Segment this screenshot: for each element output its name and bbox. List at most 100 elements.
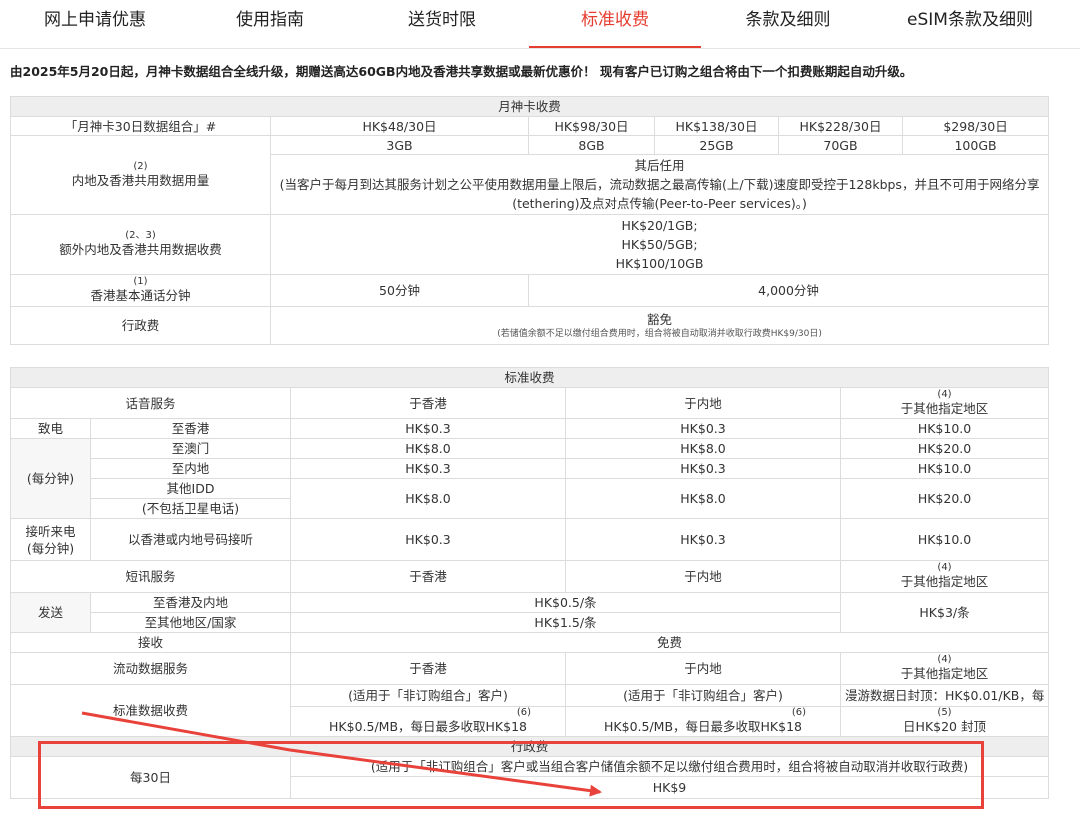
price-cell: $298/30日 [901, 116, 1050, 136]
col-other-text: 于其他指定地区 [900, 666, 989, 681]
price-cell: HK$138/30日 [654, 116, 779, 136]
data-amount-cell: 3GB [270, 135, 529, 155]
roam-cap-b: 日HK$20 封顶 [903, 719, 986, 734]
rate-cell: HK$8.0 [565, 438, 841, 459]
rate-cell: HK$0.3 [565, 458, 841, 479]
col-other: (4) 于其他指定地区 [839, 560, 1050, 593]
rate-cell: HK$8.0 [290, 478, 566, 519]
roam-cap-a: 漫游数据日封顶：HK$0.01/KB，每 [839, 684, 1050, 707]
rate-cell: HK$8.0 [290, 438, 566, 459]
footnote-marker: (4) [937, 654, 952, 665]
sms-rate: HK$1.5/条 [290, 612, 841, 633]
receive-value: 免费 [289, 632, 1050, 653]
footnote-marker: (2、3) [125, 230, 156, 241]
rate-cell: HK$0.3 [290, 418, 566, 439]
after-usage-text: (当客户于每月到达其服务计划之公平使用数据用量上限后，流动数据之最高传输(上/下… [279, 177, 1040, 211]
sms-other-rate: HK$3/条 [839, 592, 1050, 633]
dest-cell: 其他IDD [90, 478, 291, 499]
price-cell: HK$98/30日 [528, 116, 655, 136]
dest-cell: 至澳门 [90, 438, 291, 459]
voice-service-label: 话音服务 [10, 387, 291, 419]
rate-cell: HK$20.0 [839, 478, 1050, 519]
admin-fee-value: 豁免 [647, 312, 673, 327]
rate-cell: HK$0.3 [565, 518, 841, 561]
dest-cell: (不包括卫星电话) [90, 498, 291, 519]
plan-charges-table: 月神卡收费 「月神卡30日数据组合」# HK$48/30日 HK$98/30日 … [9, 96, 1050, 345]
std-admin-fee: HK$9 [289, 776, 1050, 799]
rate-cell: HK$10.0 [839, 458, 1050, 479]
minutes-label: (1) 香港基本通话分钟 [10, 274, 271, 307]
minutes-value: 50分钟 [270, 274, 529, 307]
plan-table-title: 月神卡收费 [9, 96, 1050, 117]
receive-label: 接收 [10, 632, 291, 653]
extra-rate: HK$50/5GB; [621, 237, 698, 252]
incoming-label: 接听来电 (每分钟) [10, 518, 91, 561]
incoming-label-a: 接听来电 [25, 523, 76, 539]
data-service-label: 流动数据服务 [10, 652, 291, 685]
call-label: 致电 [10, 418, 91, 439]
col-hk: 于香港 [290, 387, 566, 419]
rate-cell: HK$20.0 [839, 438, 1050, 459]
footnote-marker: (4) [937, 562, 952, 573]
data-amount-cell: 25GB [654, 135, 779, 155]
after-usage-title: 其后任用 [634, 158, 685, 173]
extra-rate: HK$20/1GB; [621, 218, 698, 233]
sms-dest: 至其他地区/国家 [90, 612, 291, 633]
incoming-label-b: (每分钟) [26, 540, 75, 556]
footnote-marker: (2) [133, 160, 148, 172]
rate-cell: HK$0.3 [290, 458, 566, 479]
data-rate-text: HK$0.5/MB，每日最多收取HK$18 [329, 719, 527, 734]
extra-data-rates: HK$20/1GB; HK$50/5GB; HK$100/10GB [269, 214, 1050, 275]
sms-service-label: 短讯服务 [10, 560, 291, 593]
std-table-title: 标准收费 [9, 367, 1050, 388]
roam-cap-b-cell: (5) 日HK$20 封顶 [839, 706, 1050, 737]
data-rate-cell: (6) HK$0.5/MB，每日最多收取HK$18 [290, 706, 566, 737]
price-cell: HK$228/30日 [778, 116, 903, 136]
data-rate-cell: (6) HK$0.5/MB，每日最多收取HK$18 [565, 706, 841, 737]
standard-charges-table: 标准收费 话音服务 于香港 于内地 (4) 于其他指定地区 致电 至香港 HK$… [9, 367, 1050, 799]
tab-terms[interactable]: 条款及细则 [703, 0, 873, 46]
footnote-marker: (1) [133, 276, 148, 287]
std-admin-title: 行政费 [9, 736, 1050, 757]
tab-online-offer[interactable]: 网上申请优惠 [10, 0, 180, 46]
col-other-text: 于其他指定地区 [900, 574, 989, 589]
col-other: (4) 于其他指定地区 [839, 387, 1050, 419]
col-mainland: 于内地 [565, 387, 841, 419]
upgrade-notice: 由2025年5月20日起，月神卡数据组合全线升级，期赠送高达60GB内地及香港共… [10, 64, 913, 79]
col-mainland: 于内地 [565, 560, 841, 593]
dest-cell: 至香港 [90, 418, 291, 439]
col-hk: 于香港 [290, 652, 566, 685]
col-mainland: 于内地 [565, 652, 841, 685]
extra-rate: HK$100/10GB [615, 256, 704, 271]
admin-fee-label: 行政费 [10, 306, 271, 345]
col-other-text: 于其他指定地区 [900, 400, 989, 416]
admin-period: 每30日 [10, 756, 291, 799]
plan-label: 「月神卡30日数据组合」# [10, 116, 271, 136]
footnote-marker: (5) [937, 707, 952, 718]
tab-standard-charges[interactable]: 标准收费 [529, 0, 701, 48]
sms-rate: HK$0.5/条 [290, 592, 841, 613]
price-cell: HK$48/30日 [270, 116, 529, 136]
extra-data-label: (2、3) 额外内地及香港共用数据收费 [10, 214, 271, 275]
std-data-label: 标准数据收费 [10, 684, 291, 737]
tab-delivery-time[interactable]: 送货时限 [357, 0, 527, 46]
admin-fee-note: (若储值余额不足以缴付组合费用时，组合将被自动取消并收取行政费HK$9/30日) [497, 329, 822, 339]
rate-cell: HK$0.3 [565, 418, 841, 439]
data-amount-cell: 8GB [528, 135, 655, 155]
extra-data-label-text: 额外内地及香港共用数据收费 [59, 242, 222, 257]
nonsub-note: (适用于「非订购组合」客户) [290, 684, 566, 707]
send-label: 发送 [10, 592, 91, 633]
tab-esim-terms[interactable]: eSIM条款及细则 [875, 0, 1065, 46]
data-rate-text: HK$0.5/MB，每日最多收取HK$18 [604, 719, 802, 734]
col-hk: 于香港 [290, 560, 566, 593]
dest-cell: 至内地 [90, 458, 291, 479]
footnote-marker: (6) [516, 707, 531, 718]
nonsub-note: (适用于「非订购组合」客户) [565, 684, 841, 707]
data-usage-label: (2) 内地及香港共用数据用量 [10, 135, 271, 215]
data-usage-label-text: 内地及香港共用数据用量 [71, 172, 210, 188]
data-amount-cell: 100GB [901, 135, 1050, 155]
admin-fee-cell: 豁免 (若储值余额不足以缴付组合费用时，组合将被自动取消并收取行政费HK$9/3… [269, 306, 1050, 345]
tab-user-guide[interactable]: 使用指南 [185, 0, 355, 46]
after-usage-cell: 其后任用 (当客户于每月到达其服务计划之公平使用数据用量上限后，流动数据之最高传… [269, 154, 1050, 215]
tab-bar: 网上申请优惠 使用指南 送货时限 标准收费 条款及细则 eSIM条款及细则 [0, 0, 1080, 49]
